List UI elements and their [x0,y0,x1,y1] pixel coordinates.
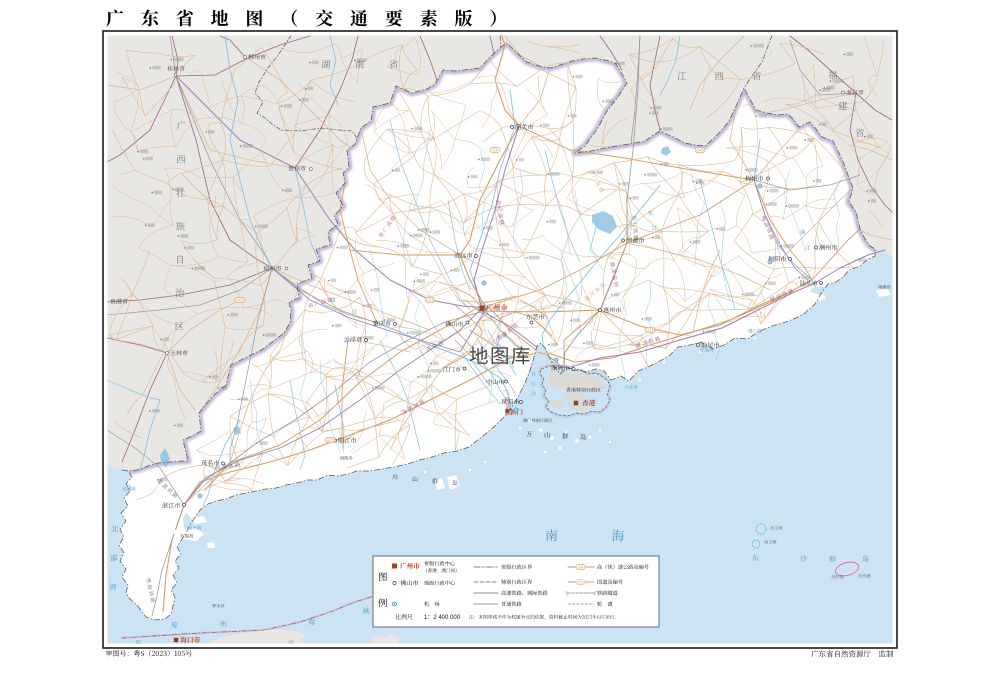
svg-text:G55: G55 [426,298,435,303]
svg-text:G65: G65 [236,298,245,303]
svg-text:G45: G45 [696,148,705,153]
svg-text:1：2 400 000: 1：2 400 000 [424,615,461,621]
svg-text:323: 323 [577,580,584,585]
svg-text:G15: G15 [326,438,335,443]
svg-text:G4: G4 [492,148,498,153]
svg-text:G15: G15 [646,328,655,333]
svg-text:G4: G4 [578,565,584,570]
